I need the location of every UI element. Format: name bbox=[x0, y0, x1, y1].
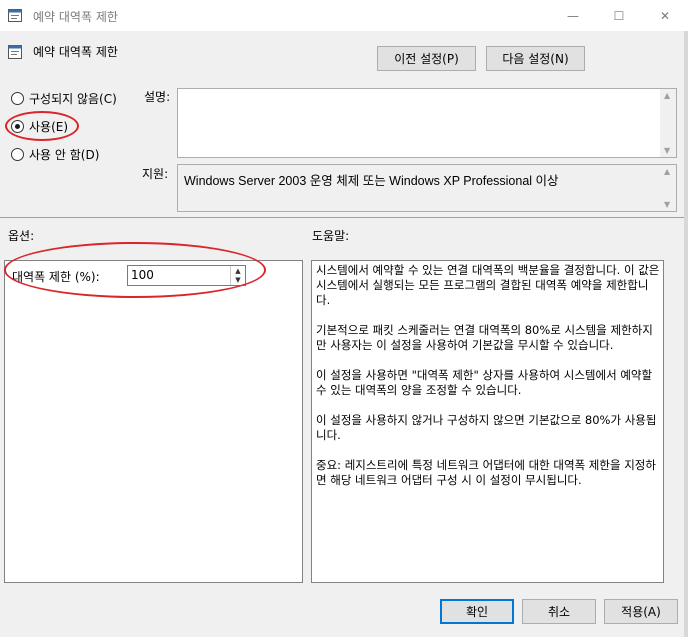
scroll-down-icon[interactable]: ▼ bbox=[664, 200, 670, 209]
apply-button[interactable]: 적용(A) bbox=[604, 599, 678, 624]
scroll-up-icon[interactable]: ▲ bbox=[664, 167, 670, 176]
cancel-button[interactable]: 취소 bbox=[522, 599, 596, 624]
divider bbox=[0, 217, 688, 218]
options-panel bbox=[4, 260, 303, 583]
description-field[interactable]: ▲ ▼ bbox=[177, 88, 677, 158]
close-icon: ✕ bbox=[659, 8, 671, 23]
next-setting-button[interactable]: 다음 설정(N) bbox=[486, 46, 585, 71]
radio-not-configured[interactable]: 구성되지 않음(C) bbox=[11, 89, 117, 107]
radio-circle bbox=[11, 147, 24, 161]
annotation-circle bbox=[4, 242, 266, 298]
description-scrollbar[interactable]: ▲ ▼ bbox=[660, 89, 676, 157]
maximize-button[interactable]: ☐ bbox=[596, 0, 642, 31]
help-paragraph: 기본적으로 패킷 스케줄러는 연결 대역폭의 80%로 시스템을 제한하지만 사… bbox=[316, 323, 653, 352]
setting-title: 예약 대역폭 제한 bbox=[33, 45, 118, 59]
radio-circle bbox=[11, 91, 24, 105]
help-paragraph: 이 설정을 사용하면 "대역폭 제한" 상자를 사용하여 시스템에서 예약할 수… bbox=[316, 368, 653, 397]
scroll-up-icon[interactable]: ▲ bbox=[664, 91, 670, 100]
radio-label: 사용 안 함(D) bbox=[29, 147, 100, 162]
help-paragraph: 중요: 레지스트리에 특정 네트워크 어댑터에 대한 대역폭 제한을 지정하면 … bbox=[316, 458, 656, 487]
previous-setting-button[interactable]: 이전 설정(P) bbox=[377, 46, 476, 71]
radio-disabled[interactable]: 사용 안 함(D) bbox=[11, 145, 99, 163]
ok-button[interactable]: 확인 bbox=[440, 599, 514, 624]
window-edge bbox=[684, 31, 688, 637]
scroll-down-icon[interactable]: ▼ bbox=[664, 146, 670, 155]
supported-scrollbar[interactable]: ▲ ▼ bbox=[660, 165, 676, 211]
help-label: 도움말: bbox=[312, 229, 350, 243]
radio-label: 구성되지 않음(C) bbox=[29, 91, 117, 106]
supported-text: Windows Server 2003 운영 체제 또는 Windows XP … bbox=[184, 174, 559, 188]
window-title: 예약 대역폭 제한 bbox=[33, 10, 118, 24]
minimize-button[interactable]: — bbox=[550, 0, 596, 31]
policy-setting-icon bbox=[8, 45, 22, 59]
help-scrollbar[interactable] bbox=[664, 260, 678, 583]
maximize-icon: ☐ bbox=[613, 8, 625, 23]
description-label: 설명: bbox=[144, 90, 171, 104]
supported-label: 지원: bbox=[142, 167, 169, 181]
policy-setting-icon bbox=[8, 9, 22, 22]
help-paragraph: 시스템에서 예약할 수 있는 연결 대역폭의 백분율을 결정합니다. 이 값은 … bbox=[316, 263, 660, 307]
options-label: 옵션: bbox=[8, 229, 35, 243]
help-text: 시스템에서 예약할 수 있는 연결 대역폭의 백분율을 결정합니다. 이 값은 … bbox=[316, 263, 661, 503]
minimize-icon: — bbox=[567, 8, 579, 23]
help-paragraph: 이 설정을 사용하지 않거나 구성하지 않으면 기본값으로 80%가 사용됩니다… bbox=[316, 413, 657, 442]
annotation-circle bbox=[5, 111, 79, 141]
close-button[interactable]: ✕ bbox=[642, 0, 688, 31]
